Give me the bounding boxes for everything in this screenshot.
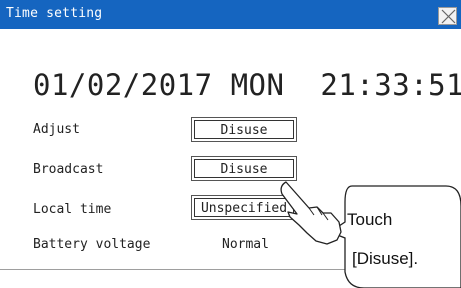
callout-line-2: [Disuse]. — [352, 249, 419, 268]
hand-pointer-icon — [280, 181, 342, 245]
callout-line-1: Touch — [347, 210, 393, 229]
